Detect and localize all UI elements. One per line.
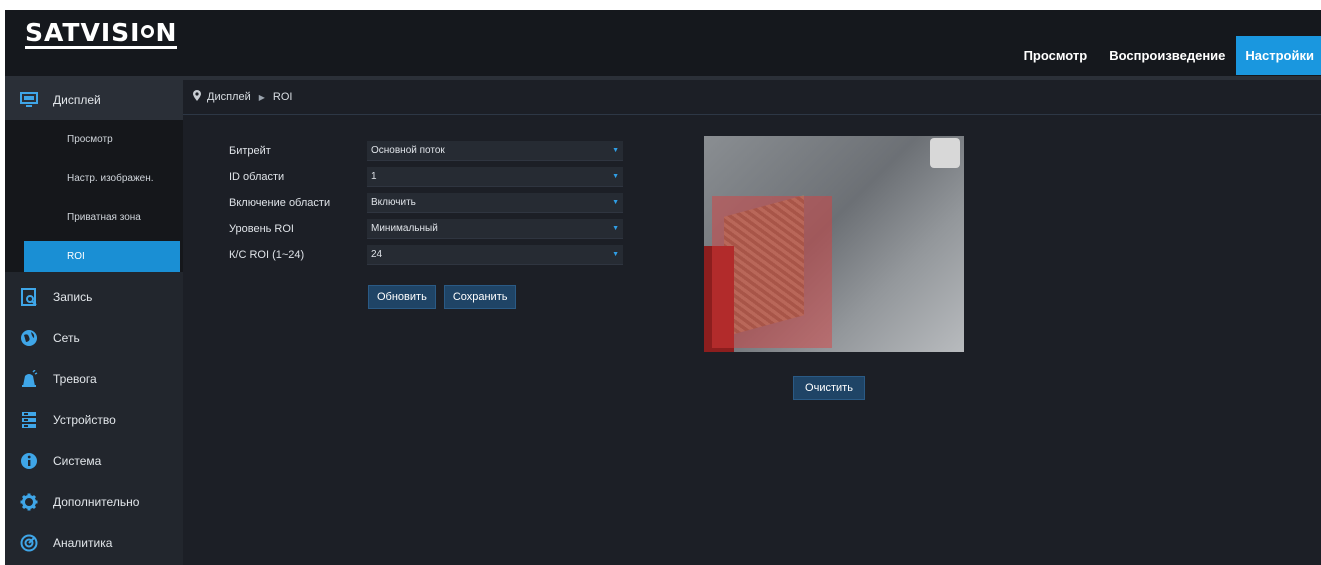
form-row-bitrate: Битрейт Основной поток ▼: [229, 138, 623, 164]
form-row-area-enable: Включение области Включить ▼: [229, 190, 623, 216]
chevron-down-icon: ▼: [612, 199, 619, 206]
sidebar-item-record[interactable]: Запись: [5, 276, 183, 317]
sidebar-item-network[interactable]: Сеть: [5, 317, 183, 358]
analytics-icon: [19, 533, 39, 553]
kc-roi-label: К/С ROI (1~24): [229, 249, 305, 261]
gear-icon: [19, 492, 39, 512]
globe-icon: [19, 328, 39, 348]
sidebar-item-system[interactable]: Система: [5, 440, 183, 481]
bitrate-label: Битрейт: [229, 145, 271, 157]
sidebar-item-advanced[interactable]: Дополнительно: [5, 481, 183, 522]
sidebar-subitem-image-settings[interactable]: Настр. изображен.: [5, 159, 183, 198]
sidebar: Дисплей Просмотр Настр. изображен. Прива…: [5, 80, 183, 565]
nav-settings[interactable]: Настройки: [1236, 36, 1321, 75]
sidebar-item-device[interactable]: Устройство: [5, 399, 183, 440]
sidebar-item-label: Устройство: [53, 412, 116, 427]
area-id-value: 1: [371, 171, 377, 182]
roi-level-label: Уровень ROI: [229, 223, 294, 235]
sidebar-item-label: Аналитика: [53, 535, 113, 550]
area-id-select[interactable]: 1 ▼: [367, 167, 623, 187]
sidebar-item-label: Система: [53, 453, 102, 468]
area-enable-label: Включение области: [229, 197, 331, 209]
form-row-kc-roi: К/С ROI (1~24) 24 ▼: [229, 242, 623, 268]
breadcrumb-section[interactable]: Дисплей: [207, 91, 251, 103]
bitrate-value: Основной поток: [371, 145, 445, 156]
roi-level-select[interactable]: Минимальный ▼: [367, 219, 623, 239]
chevron-down-icon: ▼: [612, 251, 619, 258]
alarm-icon: [19, 369, 39, 389]
bitrate-select[interactable]: Основной поток ▼: [367, 141, 623, 161]
area-enable-value: Включить: [371, 197, 416, 208]
monitor-icon: [19, 90, 39, 110]
clear-button[interactable]: Очистить: [793, 376, 865, 400]
sidebar-subitem-preview[interactable]: Просмотр: [5, 120, 183, 159]
sidebar-item-display[interactable]: Дисплей: [5, 80, 183, 120]
form-row-area-id: ID области 1 ▼: [229, 164, 623, 190]
sidebar-item-label: Сеть: [53, 330, 80, 345]
chevron-down-icon: ▼: [612, 225, 619, 232]
sidebar-subitem-roi[interactable]: ROI: [24, 241, 180, 272]
roi-form: Битрейт Основной поток ▼ ID области 1 ▼ …: [229, 138, 623, 268]
refresh-button[interactable]: Обновить: [368, 285, 436, 309]
sidebar-item-label: Дополнительно: [53, 494, 140, 509]
logo: SATVISI N: [25, 17, 178, 50]
roi-level-value: Минимальный: [371, 223, 438, 234]
save-button[interactable]: Сохранить: [443, 285, 517, 309]
preview-car: [930, 138, 960, 168]
sidebar-item-alarm[interactable]: Тревога: [5, 358, 183, 399]
top-nav: Просмотр Воспроизведение Настройки: [1013, 36, 1321, 75]
roi-region[interactable]: [712, 196, 832, 348]
storage-icon: [19, 410, 39, 430]
nav-preview[interactable]: Просмотр: [1013, 36, 1099, 75]
form-row-roi-level: Уровень ROI Минимальный ▼: [229, 216, 623, 242]
chevron-down-icon: ▼: [612, 147, 619, 154]
logo-text: SATVISI N: [25, 17, 178, 49]
sidebar-item-label: Тревога: [53, 371, 97, 386]
chevron-down-icon: ▼: [612, 173, 619, 180]
logo-o-dot: [141, 25, 155, 38]
app-window: SATVISI N Просмотр Воспроизведение Настро…: [5, 10, 1321, 565]
sidebar-subitem-privacy-zone[interactable]: Приватная зона: [5, 198, 183, 237]
location-pin-icon: [193, 90, 201, 104]
breadcrumb-arrow-icon: ▶: [258, 92, 265, 102]
display-submenu: Просмотр Настр. изображен. Приватная зон…: [5, 120, 183, 272]
area-id-label: ID области: [229, 171, 285, 183]
kc-roi-value: 24: [371, 249, 383, 260]
breadcrumb-page: ROI: [272, 91, 293, 103]
header: SATVISI N Просмотр Воспроизведение Настро…: [5, 10, 1321, 76]
sidebar-item-label: Дисплей: [53, 93, 101, 107]
breadcrumb: Дисплей ▶ ROI: [183, 80, 1321, 115]
sidebar-item-label: Запись: [53, 289, 93, 304]
form-buttons: Обновить Сохранить: [368, 285, 517, 309]
info-icon: [19, 451, 39, 471]
camera-preview[interactable]: [704, 136, 964, 352]
area-enable-select[interactable]: Включить ▼: [367, 193, 623, 213]
sidebar-item-analytics[interactable]: Аналитика: [5, 522, 183, 563]
kc-roi-select[interactable]: 24 ▼: [367, 245, 623, 265]
main-content: Дисплей ▶ ROI Битрейт Основной поток ▼ I…: [183, 80, 1321, 565]
record-icon: [19, 287, 39, 307]
nav-playback[interactable]: Воспроизведение: [1098, 36, 1236, 75]
